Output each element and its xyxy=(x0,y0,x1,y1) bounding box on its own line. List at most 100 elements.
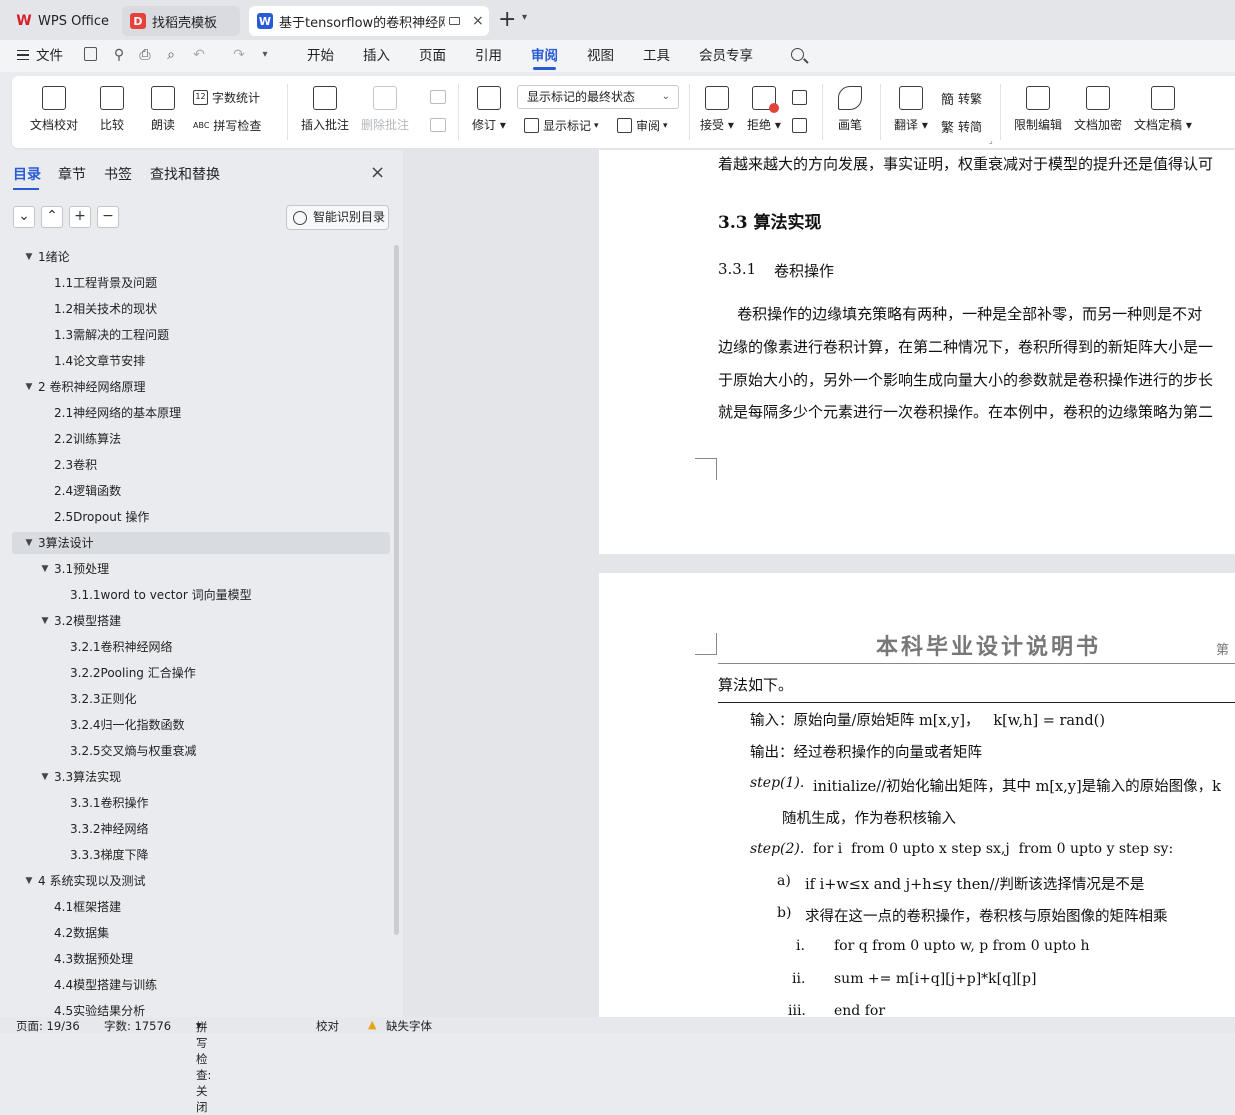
encrypt-button[interactable]: 文档加密 xyxy=(1074,86,1122,133)
finalize-button[interactable]: 文档定稿 ▾ xyxy=(1134,86,1192,133)
menu-insert[interactable]: 插入 xyxy=(363,40,390,72)
save-icon[interactable] xyxy=(84,47,97,61)
delete-comment-button[interactable]: 删除批注 xyxy=(361,86,409,133)
toc-item[interactable]: 2.2训练算法 xyxy=(12,428,390,450)
page-indicator[interactable]: 页面: 19/36 xyxy=(16,1018,80,1034)
toc-item[interactable]: 1.2相关技术的现状 xyxy=(12,298,390,320)
toc-item[interactable]: 3.2.4归一化指数函数 xyxy=(12,714,390,736)
review-pane-button[interactable]: 审阅 ▾ xyxy=(617,117,668,134)
toc-item[interactable]: 2.5Dropout 操作 xyxy=(12,506,390,528)
new-tab-icon[interactable]: + xyxy=(498,8,516,32)
collapse-all-button[interactable]: ⌃ xyxy=(41,206,63,228)
read-aloud-button[interactable]: 朗读 xyxy=(151,86,175,133)
next-comment-icon[interactable] xyxy=(430,118,446,132)
toc-item[interactable]: 3.2.1卷积神经网络 xyxy=(12,636,390,658)
toc-scrollbar[interactable] xyxy=(394,245,399,935)
screen-icon[interactable] xyxy=(449,17,460,25)
toc-item[interactable]: ▼ 4 系统实现以及测试 xyxy=(12,870,390,892)
toc-item[interactable]: 2.4逻辑函数 xyxy=(12,480,390,502)
to-traditional-button[interactable]: 簡 转繁 xyxy=(941,89,982,108)
menu-vip[interactable]: 会员专享 xyxy=(699,40,753,72)
tab-find-replace[interactable]: 查找和替换 xyxy=(150,164,220,184)
restrict-edit-button[interactable]: 限制编辑 xyxy=(1014,86,1062,133)
print-preview-icon[interactable]: ⌕ xyxy=(162,46,180,64)
toc-item[interactable]: 4.3数据预处理 xyxy=(12,948,390,970)
to-simplified-button[interactable]: 繁 转简 xyxy=(941,117,982,136)
show-markup-button[interactable]: 显示标记 ▾ xyxy=(524,117,599,134)
toc-item[interactable]: 1.4论文章节安排 xyxy=(12,350,390,372)
expand-arrow-icon[interactable]: ▼ xyxy=(39,610,51,632)
word-count-status[interactable]: 字数: 17576 xyxy=(104,1018,171,1034)
menu-view[interactable]: 视图 xyxy=(587,40,614,72)
reject-button[interactable]: 拒绝 ▾ xyxy=(747,86,781,133)
tab-toc[interactable]: 目录 xyxy=(13,164,41,190)
toc-item[interactable]: 2.3卷积 xyxy=(12,454,390,476)
search-icon[interactable] xyxy=(791,48,804,61)
menu-page[interactable]: 页面 xyxy=(419,40,446,72)
redo-icon[interactable]: ↷ xyxy=(230,46,248,64)
toc-item[interactable]: 1.1工程背景及问题 xyxy=(12,272,390,294)
print-icon[interactable]: ⎙ xyxy=(136,46,154,64)
toc-item[interactable]: 3.1.1word to vector 词向量模型 xyxy=(12,584,390,606)
toc-item[interactable]: 3.3.1卷积操作 xyxy=(12,792,390,814)
expand-arrow-icon[interactable]: ▼ xyxy=(23,376,35,398)
toc-item[interactable]: ▼ 3.3算法实现 xyxy=(12,766,390,788)
insert-comment-button[interactable]: 插入批注 xyxy=(301,86,349,133)
file-menu[interactable]: 文件 xyxy=(36,40,63,72)
translate-button[interactable]: 翻译 ▾ xyxy=(894,86,928,133)
toc-item[interactable]: 2.1神经网络的基本原理 xyxy=(12,402,390,424)
expand-arrow-icon[interactable]: ▼ xyxy=(23,246,35,268)
expand-arrow-icon[interactable]: ▼ xyxy=(39,558,51,580)
tab-sections[interactable]: 章节 xyxy=(58,164,86,184)
chevron-down-icon[interactable]: ▾ xyxy=(522,12,527,23)
close-panel-icon[interactable]: × xyxy=(370,162,385,183)
expand-arrow-icon[interactable]: ▼ xyxy=(23,870,35,892)
toc-item[interactable]: 4.2数据集 xyxy=(12,922,390,944)
toc-item[interactable]: 4.4模型搭建与训练 xyxy=(12,974,390,996)
add-heading-button[interactable]: + xyxy=(69,206,91,228)
menu-tools[interactable]: 工具 xyxy=(643,40,670,72)
spell-check-status[interactable]: 拼写检查: 关闭 ▾ xyxy=(196,1018,211,1114)
menu-start[interactable]: 开始 xyxy=(307,40,334,72)
toc-item[interactable]: 3.2.2Pooling 汇合操作 xyxy=(12,662,390,684)
missing-font-status[interactable]: 缺失字体 xyxy=(386,1018,432,1034)
compare-button[interactable]: 比较 xyxy=(100,86,124,133)
doc-check-button[interactable]: 文档校对 xyxy=(30,86,78,133)
expand-all-button[interactable]: ⌄ xyxy=(13,206,35,228)
remove-heading-button[interactable]: − xyxy=(97,206,119,228)
more-quick-icon[interactable]: ▾ xyxy=(256,46,274,64)
proof-status[interactable]: 校对 xyxy=(316,1018,339,1034)
expand-arrow-icon[interactable]: ▼ xyxy=(23,532,35,554)
toc-item[interactable]: ▼ 3.2模型搭建 xyxy=(12,610,390,632)
toc-item[interactable]: 4.1框架搭建 xyxy=(12,896,390,918)
close-icon[interactable]: × xyxy=(472,13,484,29)
menu-review[interactable]: 审阅 xyxy=(531,40,558,72)
prev-change-icon[interactable] xyxy=(792,90,807,105)
undo-icon[interactable]: ↶ xyxy=(190,46,208,64)
toc-item[interactable]: ▼ 3算法设计 xyxy=(12,532,390,554)
spell-check-button[interactable]: ABC 拼写检查 xyxy=(193,117,261,134)
prev-comment-icon[interactable] xyxy=(430,90,446,104)
pen-button[interactable]: 画笔 xyxy=(838,86,862,133)
toc-item[interactable]: ▼ 1绪论 xyxy=(12,246,390,268)
toc-item[interactable]: 1.3需解决的工程问题 xyxy=(12,324,390,346)
share-icon[interactable]: ⚲ xyxy=(110,46,128,64)
tab-current-document[interactable]: W 基于tensorflow的卷积神经网 × xyxy=(249,6,489,36)
next-change-icon[interactable] xyxy=(792,118,807,133)
smart-toc-button[interactable]: 智能识别目录 xyxy=(286,205,389,230)
toc-item[interactable]: ▼ 3.1预处理 xyxy=(12,558,390,580)
word-count-button[interactable]: 12 字数统计 xyxy=(193,89,260,106)
menu-reference[interactable]: 引用 xyxy=(475,40,502,72)
ribbon-expand-icon[interactable]: ⌟ xyxy=(989,136,993,145)
toc-item[interactable]: 3.3.2神经网络 xyxy=(12,818,390,840)
expand-arrow-icon[interactable]: ▼ xyxy=(39,766,51,788)
revise-button[interactable]: 修订 ▾ xyxy=(472,86,506,133)
toc-item[interactable]: 3.2.3正则化 xyxy=(12,688,390,710)
tab-wps-office[interactable]: W WPS Office xyxy=(8,6,116,36)
toc-item[interactable]: 3.3.3梯度下降 xyxy=(12,844,390,866)
tab-docer-templates[interactable]: D 找稻壳模板 xyxy=(122,6,240,36)
accept-button[interactable]: 接受 ▾ xyxy=(700,86,734,133)
toc-item[interactable]: 3.2.5交叉熵与权重衰减 xyxy=(12,740,390,762)
toc-item[interactable]: ▼ 2 卷积神经网络原理 xyxy=(12,376,390,398)
markup-state-select[interactable]: 显示标记的最终状态 ⌄ xyxy=(517,85,679,109)
